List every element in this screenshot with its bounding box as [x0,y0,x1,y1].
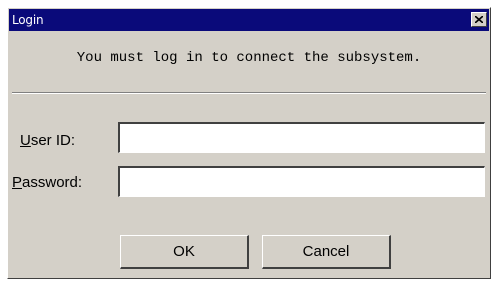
user-id-label: User ID: [20,132,75,149]
login-dialog: Login You must log in to connect the sub… [7,7,491,279]
close-button[interactable] [471,12,487,27]
close-x-icon [475,16,483,23]
user-id-input[interactable] [118,122,485,153]
separator [12,92,486,94]
password-label-text: assword: [22,174,83,191]
ok-button[interactable]: OK [120,235,249,269]
user-id-label-mnemonic: U [20,132,31,149]
password-label: Password: [12,174,82,191]
window-title: Login [12,13,44,27]
password-input[interactable] [118,166,485,197]
cancel-button[interactable]: Cancel [262,235,391,269]
title-bar[interactable]: Login [9,9,489,31]
password-label-mnemonic: P [12,174,23,191]
user-id-label-text: ser ID: [30,132,76,149]
login-message: You must log in to connect the subsystem… [76,50,422,66]
